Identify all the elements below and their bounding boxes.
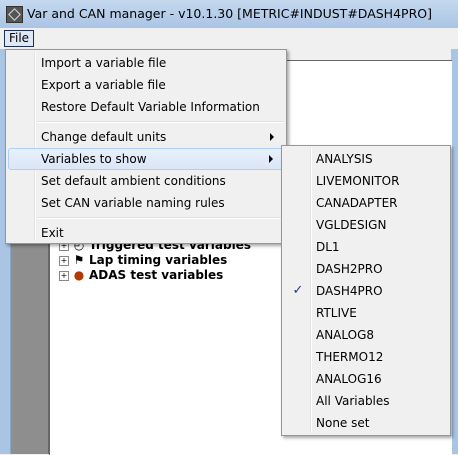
submenu-arrow-icon: [269, 155, 273, 163]
menu-item-exit[interactable]: Exit: [8, 222, 284, 244]
checkmark-icon: ✓: [292, 283, 304, 298]
flag-icon: ⚑: [73, 253, 85, 267]
window-title: Var and CAN manager - v10.1.30 [METRIC#I…: [27, 6, 432, 21]
window-right-border: [451, 49, 458, 454]
menu-bar: File: [0, 28, 458, 49]
submenu-item-dash4pro[interactable]: ✓ DASH4PRO: [284, 280, 448, 302]
menu-item-can-naming-rules[interactable]: Set CAN variable naming rules: [8, 192, 284, 214]
submenu-arrow-icon: [270, 133, 274, 141]
file-menu-button[interactable]: File: [4, 30, 34, 47]
menu-item-restore-defaults[interactable]: Restore Default Variable Information: [8, 96, 284, 118]
menu-item-change-units[interactable]: Change default units: [8, 126, 284, 148]
tree-item-label: ADAS test variables: [89, 268, 224, 282]
submenu-item-analog8[interactable]: ANALOG8: [284, 324, 448, 346]
submenu-item-livemonitor[interactable]: LIVEMONITOR: [284, 170, 448, 192]
menu-item-import[interactable]: Import a variable file: [8, 52, 284, 74]
menu-item-export[interactable]: Export a variable file: [8, 74, 284, 96]
submenu-item-canadapter[interactable]: CANADAPTER: [284, 192, 448, 214]
menu-item-variables-to-show[interactable]: Variables to show: [8, 148, 284, 170]
submenu-item-rtlive[interactable]: RTLIVE: [284, 302, 448, 324]
submenu-item-none-set[interactable]: None set: [284, 412, 448, 434]
submenu-item-thermo12[interactable]: THERMO12: [284, 346, 448, 368]
submenu-item-analog16[interactable]: ANALOG16: [284, 368, 448, 390]
submenu-item-label: DASH4PRO: [316, 284, 383, 298]
submenu-item-vgldesign[interactable]: VGLDESIGN: [284, 214, 448, 236]
tree-item-label: Lap timing variables: [89, 253, 228, 267]
expand-icon[interactable]: +: [59, 255, 69, 266]
app-icon: [6, 6, 23, 23]
variables-submenu: ANALYSIS LIVEMONITOR CANADAPTER VGLDESIG…: [281, 145, 451, 436]
menu-separator: [38, 217, 284, 219]
submenu-item-dash2pro[interactable]: DASH2PRO: [284, 258, 448, 280]
menu-item-label: Change default units: [41, 130, 167, 144]
menu-separator: [38, 121, 284, 123]
menu-item-label: Variables to show: [41, 152, 147, 166]
car-icon: ●: [73, 268, 85, 282]
submenu-item-all-variables[interactable]: All Variables: [284, 390, 448, 412]
menu-item-ambient-conditions[interactable]: Set default ambient conditions: [8, 170, 284, 192]
submenu-item-dl1[interactable]: DL1: [284, 236, 448, 258]
tree-item-adas[interactable]: + ● ADAS test variables: [59, 268, 223, 282]
file-menu: Import a variable file Export a variable…: [5, 49, 287, 244]
submenu-item-analysis[interactable]: ANALYSIS: [284, 148, 448, 170]
expand-icon[interactable]: +: [59, 270, 69, 281]
title-bar: Var and CAN manager - v10.1.30 [METRIC#I…: [0, 0, 458, 29]
tree-item-lap-timing[interactable]: + ⚑ Lap timing variables: [59, 253, 227, 267]
